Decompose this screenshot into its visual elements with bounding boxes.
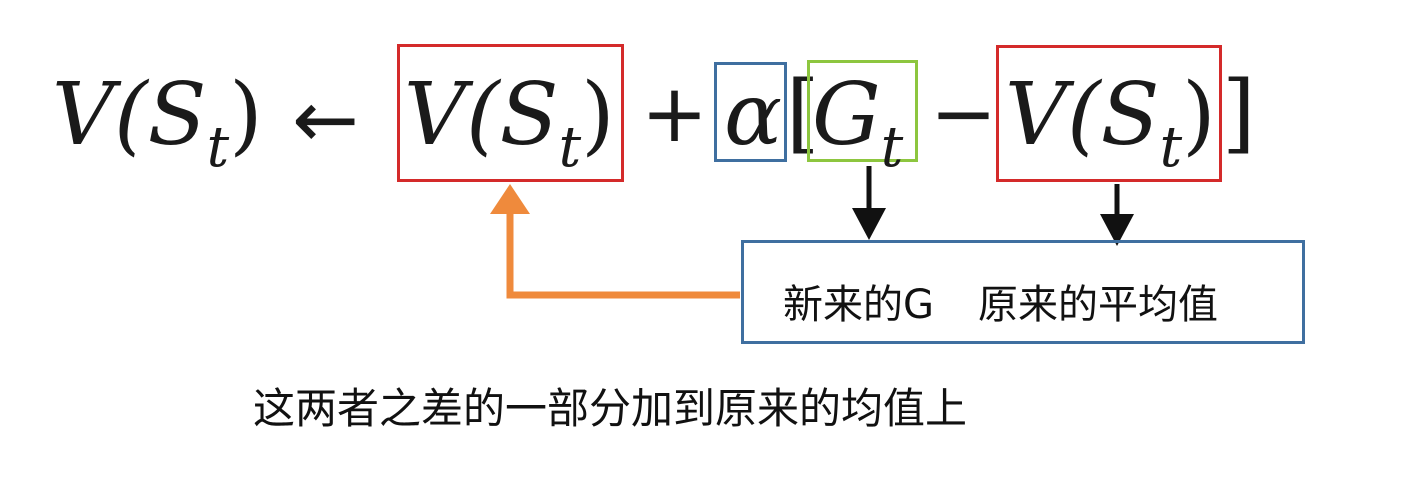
label-new-g: 新来的G	[783, 282, 934, 328]
orange-update-arrow-path	[506, 212, 740, 299]
g-down-arrow-head	[852, 208, 886, 240]
diagram-canvas: V(St) ← V(St) + α [ Gt − V(St) ] 新来的G 原来…	[0, 0, 1428, 494]
label-old-mean: 原来的平均值	[978, 282, 1218, 328]
caption-text: 这两者之差的一部分加到原来的均值上	[253, 384, 968, 433]
orange-update-arrow-head	[490, 184, 530, 214]
